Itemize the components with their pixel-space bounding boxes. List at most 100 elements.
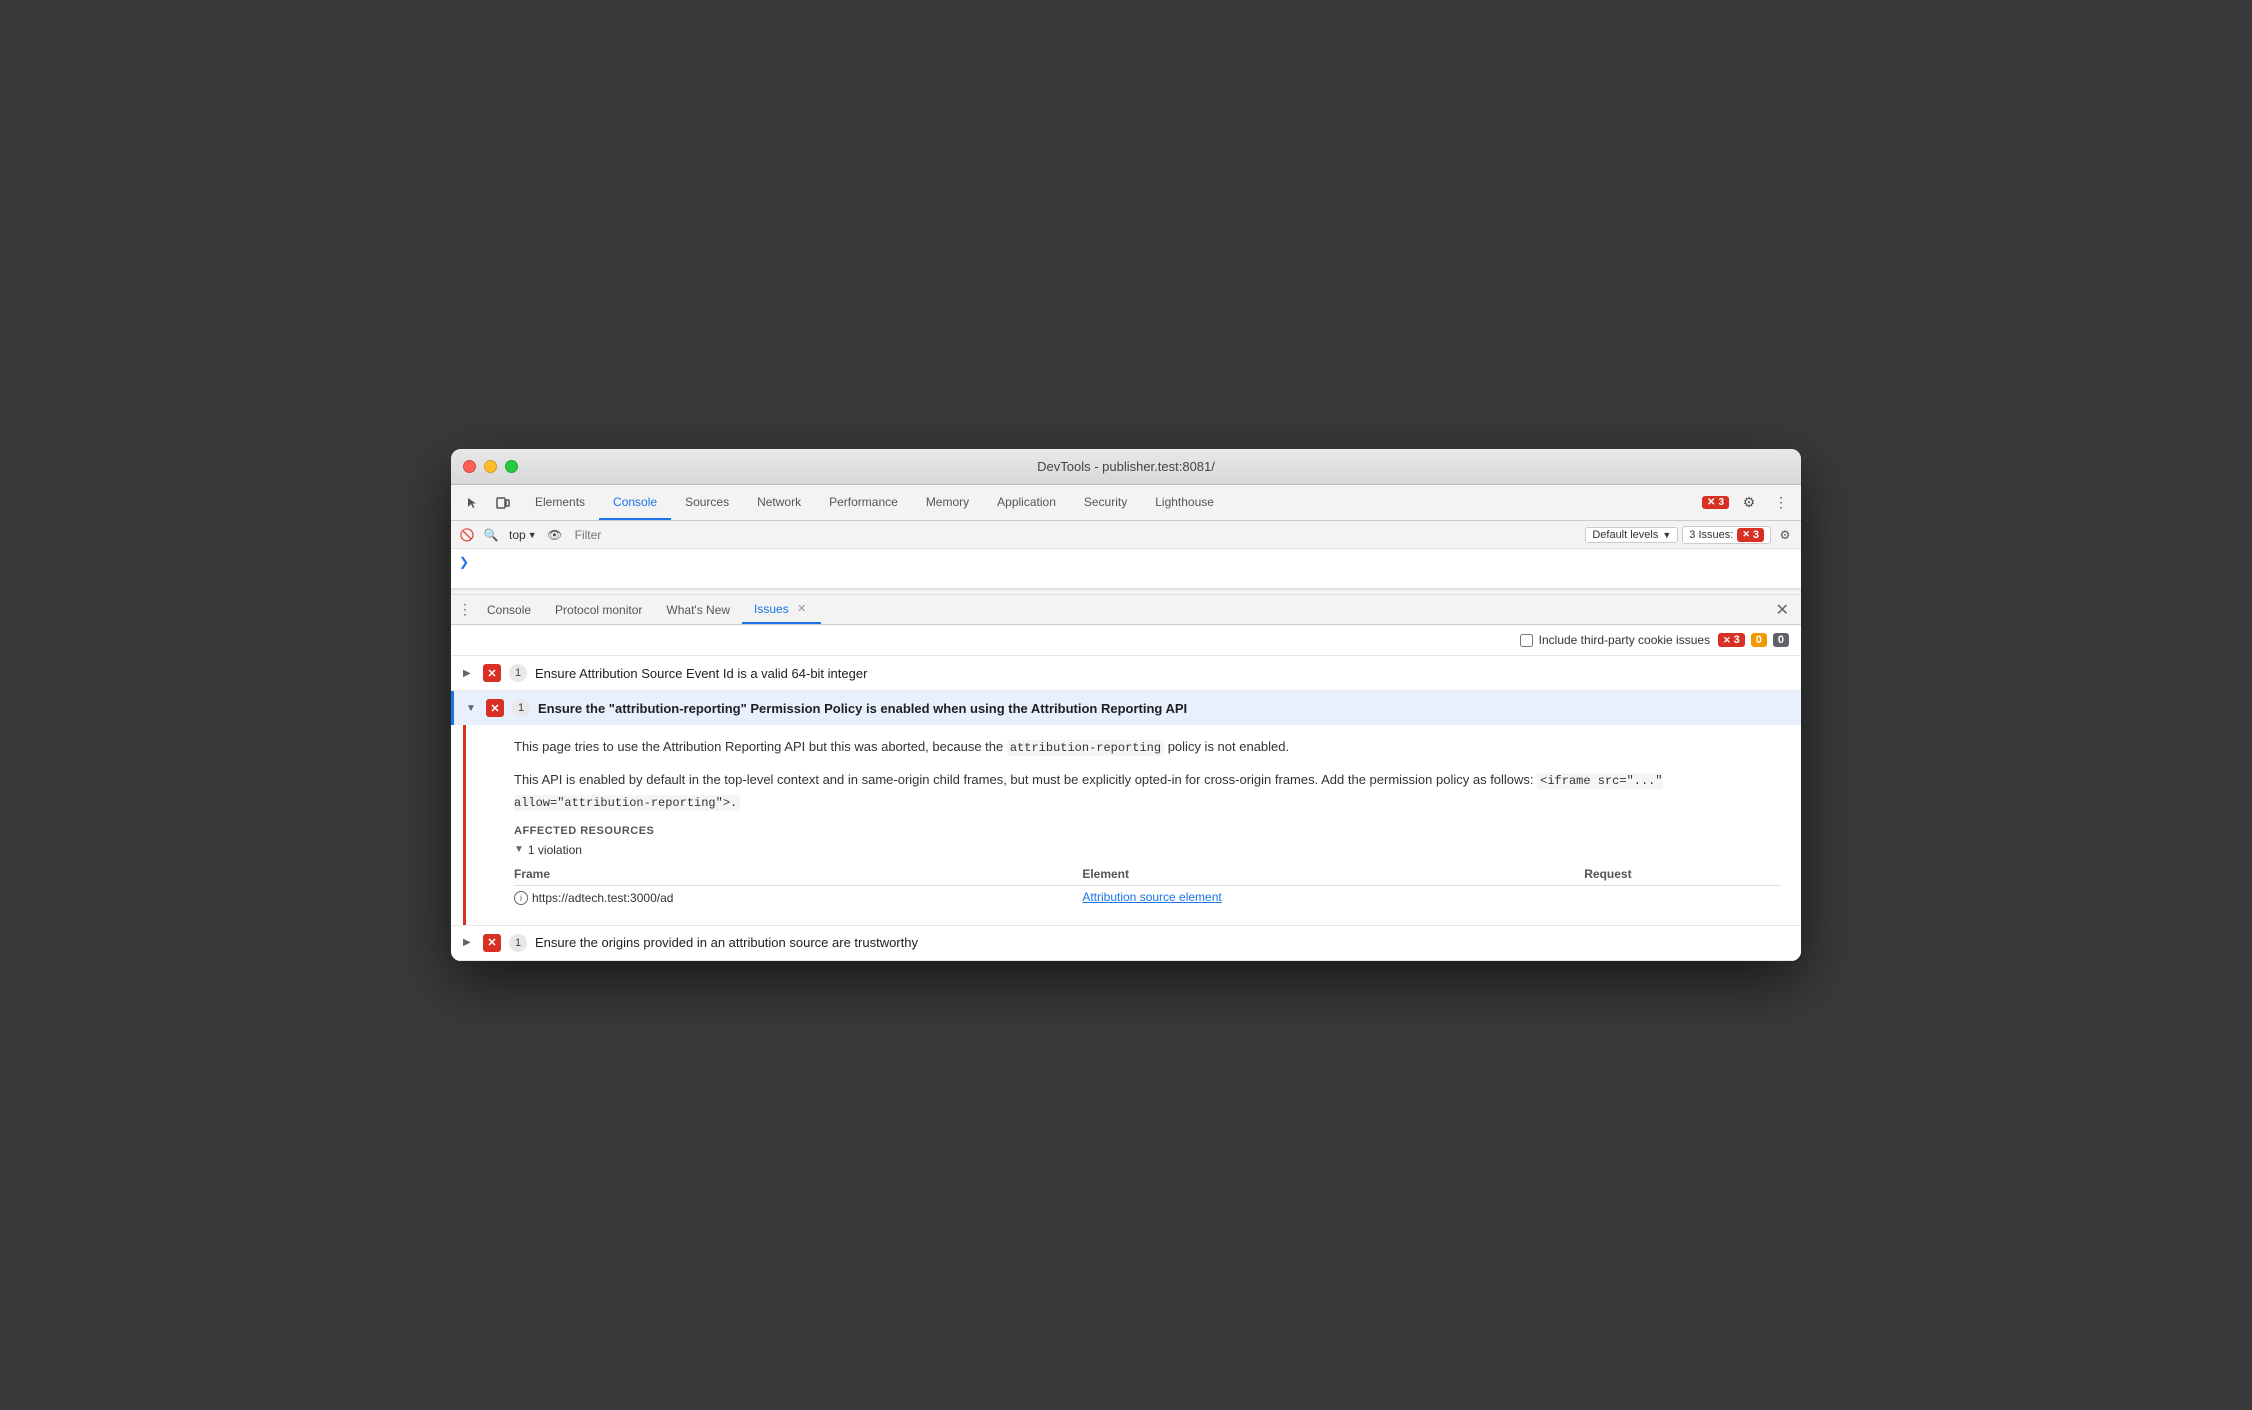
more-options-icon[interactable]: ⋮ <box>1769 491 1793 515</box>
violation-label: 1 violation <box>528 843 582 857</box>
element-cell: Attribution source element <box>1082 885 1584 909</box>
cookie-filter-row: Include third-party cookie issues ✕ 3 0 … <box>451 625 1801 656</box>
devtools-body: Elements Console Sources Network Perform… <box>451 485 1801 961</box>
affected-label: AFFECTED RESOURCES <box>514 825 1781 837</box>
bottom-tab-issues[interactable]: Issues ✕ <box>742 595 821 624</box>
error-icon-2: ✕ <box>486 699 504 717</box>
bottom-tab-console[interactable]: Console <box>475 595 543 624</box>
eye-icon[interactable]: 👁 <box>545 525 565 545</box>
issue-desc-code1: attribution-reporting <box>1007 740 1164 756</box>
bottom-panel: ⋮ Console Protocol monitor What's New Is… <box>451 595 1801 961</box>
tab-security[interactable]: Security <box>1070 485 1141 520</box>
resource-table: Frame Element Request <box>514 863 1781 909</box>
minimize-button[interactable] <box>484 460 497 473</box>
bottom-tab-console-label: Console <box>487 603 531 617</box>
issue-desc-pre1: This page tries to use the Attribution R… <box>514 739 1007 754</box>
issue-count-3: 1 <box>509 934 527 952</box>
bottom-tab-protocol-monitor[interactable]: Protocol monitor <box>543 595 654 624</box>
issues-panel: Include third-party cookie issues ✕ 3 0 … <box>451 625 1801 961</box>
violation-header[interactable]: ▼ 1 violation <box>514 843 1781 857</box>
issue-count-2: 1 <box>512 699 530 717</box>
tab-bar-icons <box>455 485 521 520</box>
tab-memory[interactable]: Memory <box>912 485 983 520</box>
device-icon[interactable] <box>491 491 515 515</box>
expand-arrow-2: ▼ <box>466 703 478 714</box>
bottom-tab-issues-label: Issues <box>754 602 789 616</box>
issue-desc-post1: policy is not enabled. <box>1164 739 1289 754</box>
info-count-badge: 0 <box>1773 633 1789 647</box>
filter-icon[interactable]: 🔍 <box>481 525 501 545</box>
col-header-frame: Frame <box>514 863 1082 886</box>
issue-desc-para1: This page tries to use the Attribution R… <box>514 737 1781 758</box>
issues-badge-icon: ✕ <box>1707 497 1715 508</box>
frame-icon-circle: i <box>514 891 528 905</box>
maximize-button[interactable] <box>505 460 518 473</box>
expand-arrow-3: ▶ <box>463 937 475 948</box>
cookie-filter-text: Include third-party cookie issues <box>1539 633 1710 647</box>
clear-console-icon[interactable]: 🚫 <box>457 525 477 545</box>
issue-row-header-2[interactable]: ▼ ✕ 1 Ensure the "attribution-reporting"… <box>451 691 1801 725</box>
tab-network[interactable]: Network <box>743 485 815 520</box>
traffic-lights <box>463 460 518 473</box>
top-tabs: Elements Console Sources Network Perform… <box>521 485 1694 520</box>
more-tabs-icon[interactable]: ⋮ <box>455 601 475 618</box>
bottom-tab-bar: ⋮ Console Protocol monitor What's New Is… <box>451 595 1801 625</box>
error-icon-1: ✕ <box>483 664 501 682</box>
issue-body-2: This page tries to use the Attribution R… <box>463 725 1801 925</box>
tab-application[interactable]: Application <box>983 485 1070 520</box>
frame-cell: i https://adtech.test:3000/ad <box>514 885 1082 909</box>
chevron-down-icon: ▼ <box>1662 530 1671 540</box>
cookie-filter-checkbox[interactable] <box>1520 634 1533 647</box>
issue-row-header-1[interactable]: ▶ ✕ 1 Ensure Attribution Source Event Id… <box>451 656 1801 690</box>
close-button[interactable] <box>463 460 476 473</box>
issues-count-text: 3 Issues: <box>1689 529 1733 541</box>
issue-desc-text2: This API is enabled by default in the to… <box>514 772 1537 787</box>
tab-elements[interactable]: Elements <box>521 485 599 520</box>
tab-close-icon[interactable]: ✕ <box>795 602 809 616</box>
issues-badge-count: 3 <box>1718 497 1724 508</box>
bottom-tab-whats-new-label: What's New <box>666 603 730 617</box>
bottom-tab-protocol-label: Protocol monitor <box>555 603 642 617</box>
tab-console[interactable]: Console <box>599 485 671 520</box>
tab-bar-right: ✕ 3 ⚙ ⋮ <box>1694 485 1801 520</box>
element-link[interactable]: Attribution source element <box>1082 890 1221 904</box>
expand-arrow-1: ▶ <box>463 668 475 679</box>
issue-title-1: Ensure Attribution Source Event Id is a … <box>535 666 867 681</box>
tab-lighthouse[interactable]: Lighthouse <box>1141 485 1228 520</box>
context-label: top <box>509 528 526 542</box>
count-badges: ✕ 3 0 0 <box>1718 633 1789 647</box>
issue-row-2: ▼ ✕ 1 Ensure the "attribution-reporting"… <box>451 691 1801 926</box>
frame-icon-wrapper: i https://adtech.test:3000/ad <box>514 891 673 905</box>
close-panel-icon[interactable]: ✕ <box>1768 600 1797 620</box>
settings-icon[interactable]: ⚙ <box>1737 491 1761 515</box>
issue-count-1: 1 <box>509 664 527 682</box>
issue-title-3: Ensure the origins provided in an attrib… <box>535 935 918 950</box>
issues-count-badge: ✕ 3 <box>1737 528 1764 542</box>
cursor-icon[interactable] <box>461 491 485 515</box>
bottom-tab-whats-new[interactable]: What's New <box>654 595 742 624</box>
issue-desc-para2: This API is enabled by default in the to… <box>514 770 1781 812</box>
filter-input[interactable] <box>569 528 1582 542</box>
issues-count-button[interactable]: 3 Issues: ✕ 3 <box>1682 526 1771 544</box>
default-levels-button[interactable]: Default levels ▼ <box>1585 527 1678 543</box>
tab-sources[interactable]: Sources <box>671 485 743 520</box>
frame-url: https://adtech.test:3000/ad <box>532 891 673 905</box>
console-prompt: ❯ <box>451 553 1801 571</box>
title-bar: DevTools - publisher.test:8081/ <box>451 449 1801 485</box>
issues-badge[interactable]: ✕ 3 <box>1702 496 1729 509</box>
tab-performance[interactable]: Performance <box>815 485 912 520</box>
issue-row-3: ▶ ✕ 1 Ensure the origins provided in an … <box>451 926 1801 961</box>
issue-title-2: Ensure the "attribution-reporting" Permi… <box>538 701 1187 716</box>
cookie-filter-label[interactable]: Include third-party cookie issues <box>1520 633 1710 647</box>
error-count-badge: ✕ 3 <box>1718 633 1745 647</box>
error-icon-3: ✕ <box>483 934 501 952</box>
col-header-request: Request <box>1584 863 1781 886</box>
issue-row-header-3[interactable]: ▶ ✕ 1 Ensure the origins provided in an … <box>451 926 1801 960</box>
error-badge-icon: ✕ <box>1723 635 1731 646</box>
devtools-window: DevTools - publisher.test:8081/ <box>451 449 1801 961</box>
top-tab-bar: Elements Console Sources Network Perform… <box>451 485 1801 521</box>
context-selector[interactable]: top ▼ <box>505 527 541 543</box>
col-header-element: Element <box>1082 863 1584 886</box>
window-title: DevTools - publisher.test:8081/ <box>1037 459 1215 474</box>
console-settings-icon[interactable]: ⚙ <box>1775 525 1795 545</box>
